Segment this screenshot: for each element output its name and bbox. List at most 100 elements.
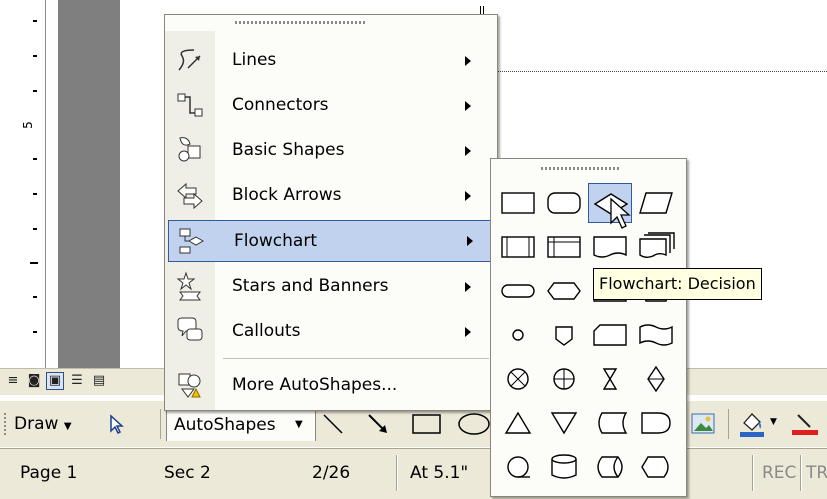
reading-layout-view-icon[interactable]: ▤	[90, 372, 108, 390]
web-layout-view-icon[interactable]: ◙	[25, 372, 43, 390]
line-tool-icon[interactable]	[320, 411, 346, 437]
stars-banners-icon	[174, 270, 206, 302]
flowchart-multidocument-icon[interactable]	[634, 227, 678, 267]
status-bar: Page 1 Sec 2 2/26 At 5.1" REC TR	[0, 448, 827, 499]
toolbar-grip[interactable]	[4, 413, 8, 435]
status-rec[interactable]: REC	[762, 463, 796, 483]
insert-picture-icon[interactable]	[690, 411, 716, 437]
menu-item-callouts[interactable]: Callouts	[167, 309, 493, 353]
flowchart-or-icon[interactable]	[542, 359, 586, 399]
menu-item-label: Lines	[232, 50, 277, 70]
menu-item-block-arrows[interactable]: Block Arrows	[167, 173, 493, 217]
submenu-arrow-icon	[465, 327, 471, 337]
flowchart-sequential-access-storage-icon[interactable]	[496, 447, 540, 487]
submenu-arrow-icon	[467, 236, 473, 246]
flowchart-palette	[490, 158, 687, 497]
flowchart-terminator-icon[interactable]	[496, 271, 540, 311]
flowchart-display-icon[interactable]	[634, 447, 678, 487]
tooltip: Flowchart: Decision	[593, 268, 762, 300]
outline-view-icon[interactable]: ☰	[68, 372, 86, 390]
status-position: At 5.1"	[410, 463, 469, 483]
menu-item-label: Basic Shapes	[232, 140, 345, 160]
flowchart-stored-data-icon[interactable]	[588, 403, 632, 443]
submenu-arrow-icon	[465, 101, 471, 111]
status-separator	[800, 455, 802, 491]
ruler-tick	[33, 331, 37, 333]
page-gap-area	[58, 0, 120, 368]
oval-tool-icon[interactable]	[456, 411, 490, 437]
line-color-icon[interactable]	[790, 411, 820, 437]
menu-item-label: Block Arrows	[232, 185, 342, 205]
mouse-pointer-icon	[609, 197, 635, 235]
menu-drag-handle[interactable]	[235, 21, 365, 24]
flowchart-direct-access-storage-icon[interactable]	[588, 447, 632, 487]
select-objects-icon[interactable]	[105, 413, 127, 435]
autoshapes-label: AutoShapes	[174, 415, 276, 435]
flowchart-merge-icon[interactable]	[542, 403, 586, 443]
palette-drag-handle[interactable]	[541, 167, 621, 170]
flowchart-process-icon[interactable]	[496, 183, 540, 223]
dropdown-arrow-icon: ▼	[63, 421, 72, 432]
normal-view-icon[interactable]: ≡	[4, 372, 22, 390]
submenu-arrow-icon	[465, 282, 471, 292]
status-page-count: 2/26	[312, 463, 351, 483]
callouts-icon	[174, 315, 206, 347]
menu-item-label: Connectors	[232, 95, 329, 115]
flowchart-sort-icon[interactable]	[634, 359, 678, 399]
ruler-tick	[33, 158, 37, 160]
flowchart-punched-tape-icon[interactable]	[634, 315, 678, 355]
toolbar-separator	[728, 409, 729, 439]
menu-item-more-autoshapes[interactable]: More AutoShapes...	[167, 363, 493, 407]
connectors-icon	[174, 89, 206, 121]
flowchart-delay-icon[interactable]	[634, 403, 678, 443]
flowchart-card-icon[interactable]	[588, 315, 632, 355]
rectangle-tool-icon[interactable]	[410, 411, 444, 437]
block-arrows-icon	[174, 179, 206, 211]
vertical-ruler: 5	[0, 0, 46, 368]
lines-icon	[174, 44, 206, 76]
print-layout-view-icon[interactable]: ▣	[46, 372, 64, 390]
menu-item-basic-shapes[interactable]: Basic Shapes	[167, 128, 493, 172]
flowchart-off-page-connector-icon[interactable]	[542, 315, 586, 355]
ruler-tick	[33, 20, 37, 22]
ruler-number: 5	[20, 121, 35, 129]
flowchart-data-icon[interactable]	[634, 183, 678, 223]
menu-item-connectors[interactable]: Connectors	[167, 83, 493, 127]
menu-item-label: Callouts	[232, 321, 301, 341]
status-trk[interactable]: TR	[806, 463, 827, 483]
fill-color-icon[interactable]	[738, 409, 766, 439]
ruler-tick	[33, 193, 37, 195]
flowchart-predefined-process-icon[interactable]	[496, 227, 540, 267]
more-autoshapes-icon	[174, 369, 206, 401]
draw-menu-button[interactable]: Draw ▼	[14, 414, 72, 434]
ruler-tick	[33, 296, 37, 298]
dropdown-arrow-icon: ▼	[295, 419, 303, 430]
menu-item-label: More AutoShapes...	[232, 375, 398, 395]
flowchart-magnetic-disk-icon[interactable]	[542, 447, 586, 487]
flowchart-collate-icon[interactable]	[588, 359, 632, 399]
basic-shapes-icon	[174, 134, 206, 166]
toolbar-separator	[160, 409, 161, 439]
autoshapes-button[interactable]: AutoShapes ▼	[166, 406, 316, 441]
flowchart-internal-storage-icon[interactable]	[542, 227, 586, 267]
draw-label: Draw	[14, 414, 59, 434]
menu-item-label: Flowchart	[234, 231, 317, 251]
flowchart-preparation-icon[interactable]	[542, 271, 586, 311]
flowchart-alternate-process-icon[interactable]	[542, 183, 586, 223]
dropdown-arrow-icon[interactable]: ▼	[770, 417, 777, 427]
menu-item-flowchart[interactable]: Flowchart	[168, 220, 492, 262]
flowchart-connector-icon[interactable]	[496, 315, 540, 355]
status-separator	[396, 455, 398, 491]
flowchart-summing-junction-icon[interactable]	[496, 359, 540, 399]
menu-item-label: Stars and Banners	[232, 276, 389, 296]
autoshapes-menu: Lines Connectors Basic Shapes Block Arro…	[164, 14, 498, 411]
ruler-tick	[33, 228, 37, 230]
status-section: Sec 2	[164, 463, 211, 483]
dotted-line	[490, 71, 827, 72]
menu-item-stars-and-banners[interactable]: Stars and Banners	[167, 264, 493, 308]
flowchart-extract-icon[interactable]	[496, 403, 540, 443]
menu-separator	[223, 358, 489, 359]
menu-item-lines[interactable]: Lines	[167, 38, 493, 82]
arrow-tool-icon[interactable]	[365, 411, 391, 437]
ruler-tick	[30, 262, 38, 264]
